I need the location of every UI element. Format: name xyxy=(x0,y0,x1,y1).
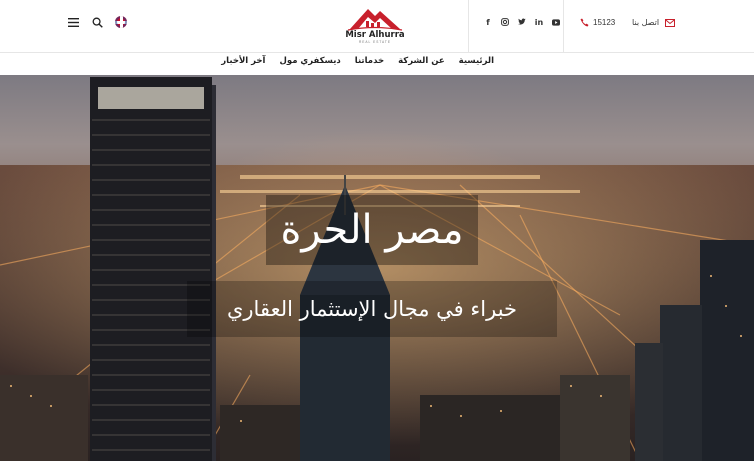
hero-subtitle: خبراء في مجال الإستثمار العقاري xyxy=(226,296,518,321)
search-icon[interactable] xyxy=(90,15,104,29)
company-logo[interactable]: Misr Alhurra REAL ESTATE xyxy=(340,0,410,53)
nav-item-about[interactable]: عن الشركة xyxy=(398,56,445,66)
contact-us-link[interactable]: اتصل بنا xyxy=(632,18,676,27)
phone-number[interactable]: 15123 xyxy=(580,18,615,27)
left-tower xyxy=(90,77,216,461)
main-navigation: الرئيسية عن الشركة خدماتنا ديسكفري مول آ… xyxy=(0,53,754,75)
nav-item-home[interactable]: الرئيسية xyxy=(459,56,494,66)
instagram-icon[interactable] xyxy=(501,17,509,27)
header-tools xyxy=(66,15,128,29)
phone-number-text: 15123 xyxy=(593,18,616,27)
menu-icon[interactable] xyxy=(66,15,80,29)
nav-item-services[interactable]: خدماتنا xyxy=(355,56,384,66)
hero-banner: مصر الحرة خبراء في مجال الإستثمار العقار… xyxy=(0,75,754,461)
youtube-icon[interactable] xyxy=(552,17,560,27)
logo-tagline: REAL ESTATE xyxy=(358,40,392,44)
phone-icon xyxy=(580,18,589,27)
header-divider xyxy=(563,0,564,53)
logo-name: Misr Alhurra xyxy=(345,30,405,40)
linkedin-icon[interactable]: in xyxy=(535,17,543,27)
facebook-icon[interactable]: f xyxy=(484,17,492,27)
nav-item-latest-news[interactable]: آخر الأخبار xyxy=(221,56,265,66)
mail-icon xyxy=(665,18,676,27)
top-header: Misr Alhurra REAL ESTATE f in 15123 اتصل… xyxy=(0,0,754,53)
nav-item-discovery-mall[interactable]: ديسكفري مول xyxy=(279,56,340,66)
header-divider xyxy=(468,0,469,53)
city-skyline-image xyxy=(0,77,754,461)
twitter-icon[interactable] xyxy=(518,17,526,27)
contact-us-label: اتصل بنا xyxy=(632,18,660,27)
hero-title-box: مصر الحرة xyxy=(266,195,478,265)
hero-subtitle-box: خبراء في مجال الإستثمار العقاري xyxy=(187,281,557,337)
hero-title: مصر الحرة xyxy=(280,207,464,253)
uk-flag-icon[interactable] xyxy=(114,15,128,29)
social-links: f in xyxy=(484,17,560,27)
